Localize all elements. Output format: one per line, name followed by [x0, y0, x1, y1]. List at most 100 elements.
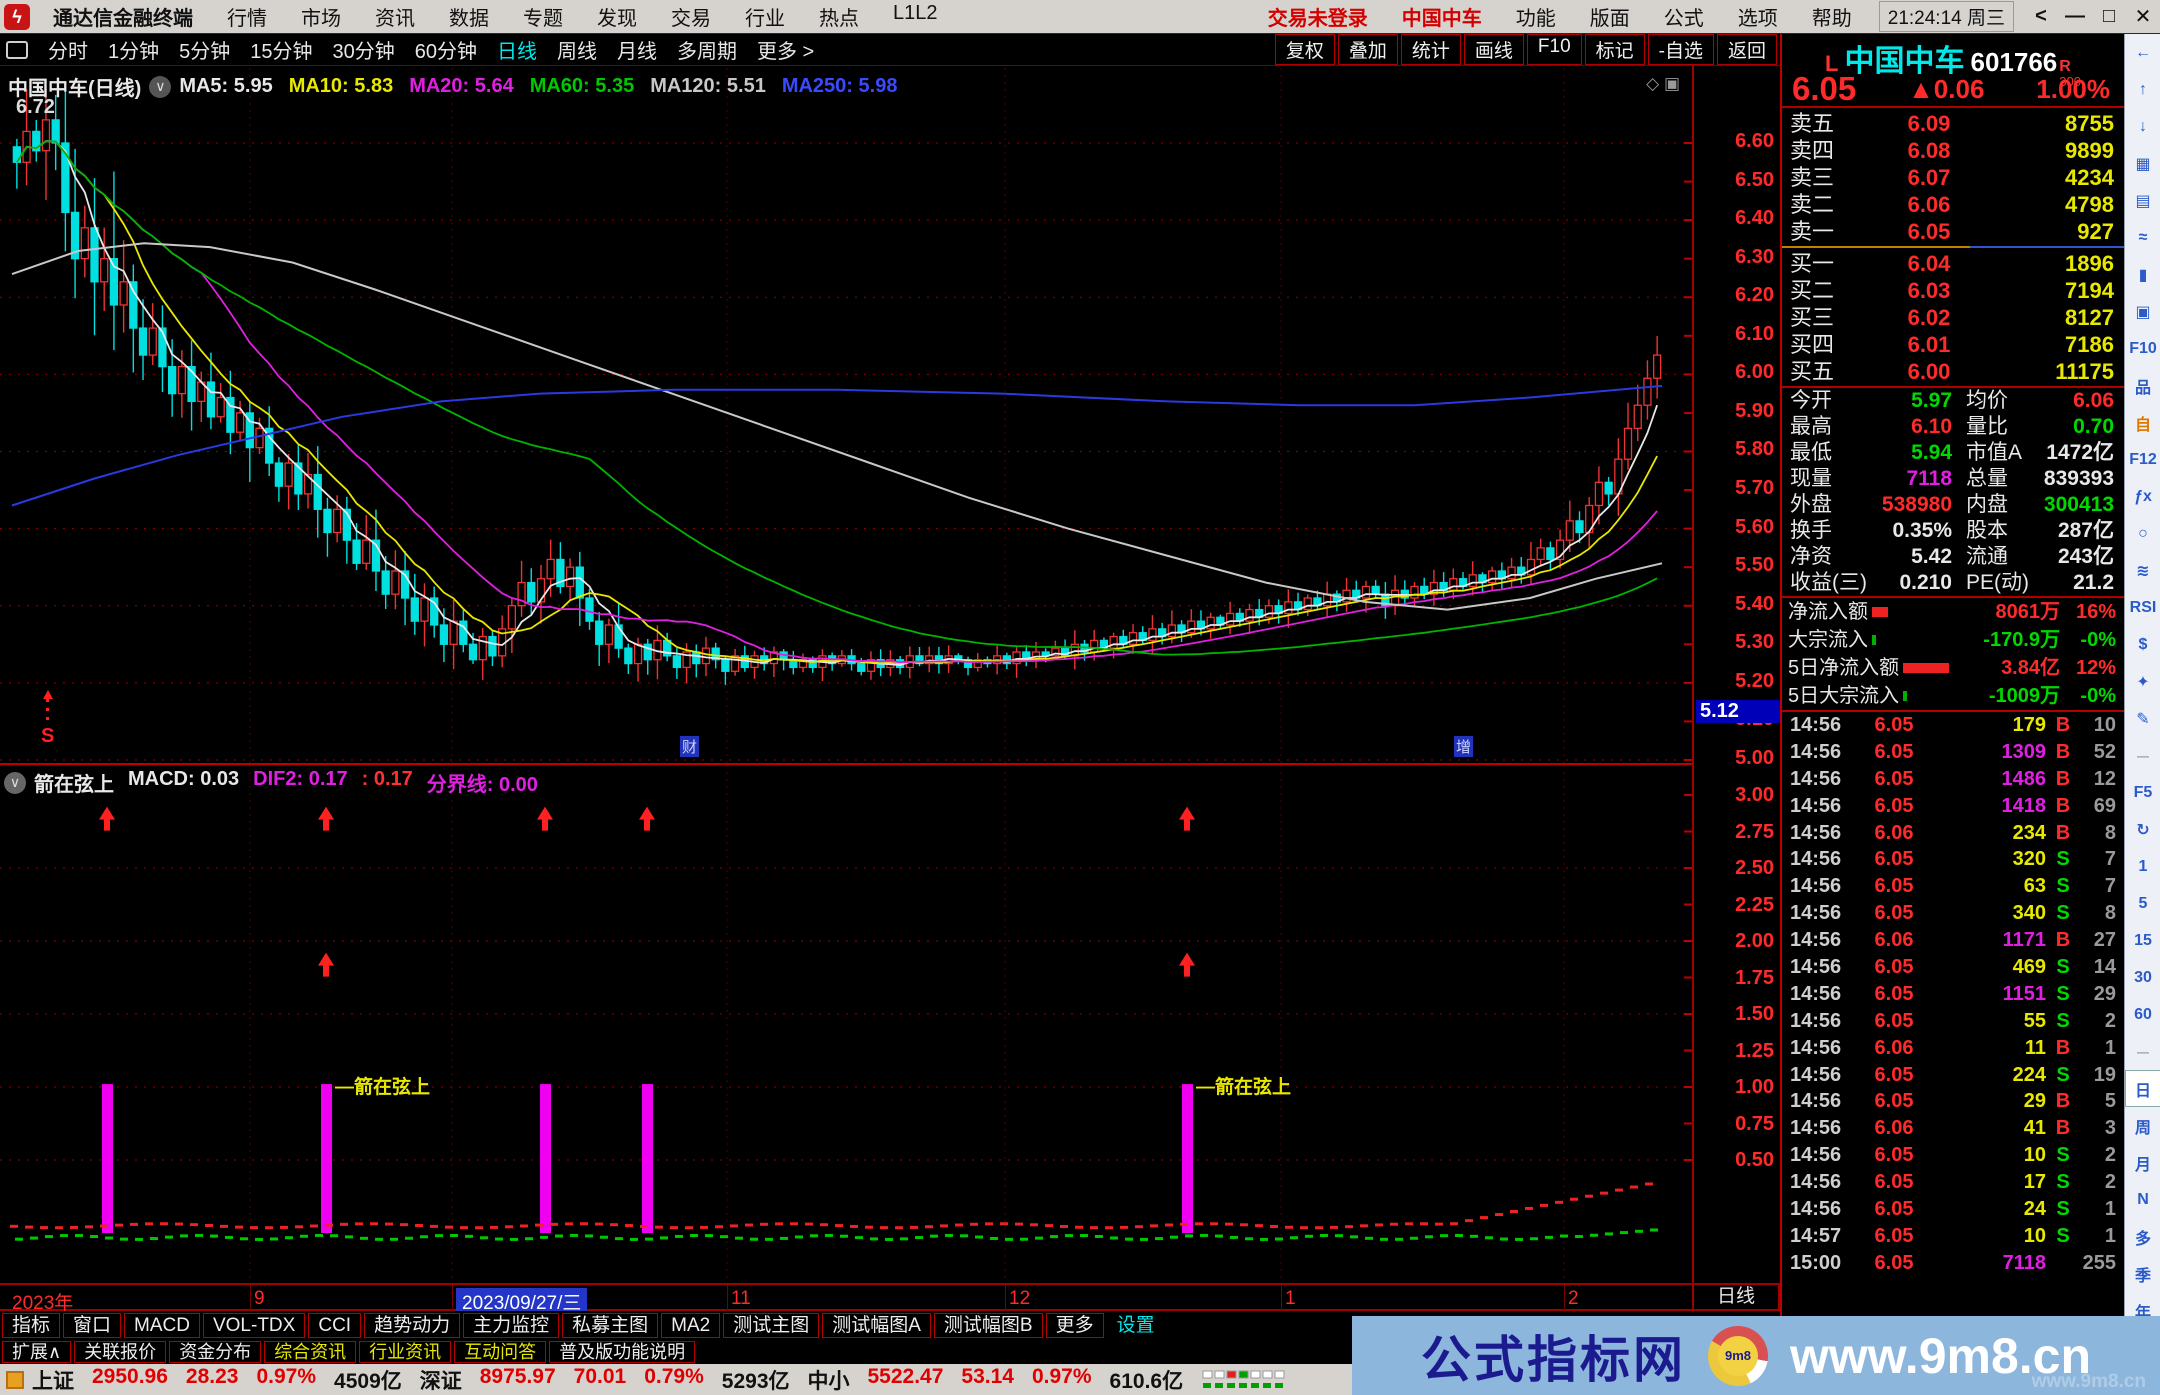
- button--自选[interactable]: -自选: [1647, 34, 1714, 65]
- board-icon[interactable]: ▦: [2125, 145, 2160, 182]
- refresh-icon[interactable]: ↻: [2125, 811, 2160, 848]
- indicator-name[interactable]: 箭在弦上: [34, 768, 114, 797]
- tab-CCI[interactable]: CCI: [308, 1313, 362, 1338]
- button-F10[interactable]: F10: [1526, 34, 1582, 65]
- window-layout-icon[interactable]: [6, 40, 28, 59]
- menu-热点[interactable]: 热点: [802, 2, 876, 31]
- period-周线[interactable]: 周线: [547, 35, 607, 64]
- button-统计[interactable]: 统计: [1400, 34, 1461, 65]
- zixuan-icon[interactable]: 自: [2125, 404, 2160, 441]
- period-1[interactable]: 1: [2125, 848, 2160, 885]
- menu-专题[interactable]: 专题: [506, 2, 580, 31]
- period-5[interactable]: 5: [2125, 885, 2160, 922]
- down-icon[interactable]: ↓: [2125, 108, 2160, 145]
- menu-帮助[interactable]: 帮助: [1795, 2, 1869, 31]
- maximize-button[interactable]: □: [2092, 5, 2126, 28]
- indicator-chart[interactable]: —箭在弦上 —箭在弦上: [0, 765, 1692, 1283]
- menu-发现[interactable]: 发现: [580, 2, 654, 31]
- menu-交易[interactable]: 交易: [654, 2, 728, 31]
- menu-行情[interactable]: 行情: [210, 2, 284, 31]
- pages-icon[interactable]: ▣: [2125, 293, 2160, 330]
- up-icon[interactable]: ↑: [2125, 71, 2160, 108]
- period-日线[interactable]: 日线: [487, 35, 547, 64]
- ask-row[interactable]: 卖四 6.08 9899: [1782, 137, 2124, 164]
- tab-VOL-TDX[interactable]: VOL-TDX: [202, 1313, 306, 1338]
- tree-icon[interactable]: 品: [2125, 367, 2160, 404]
- period-1分钟[interactable]: 1分钟: [98, 35, 169, 64]
- menu-L1L2[interactable]: L1L2: [876, 2, 955, 31]
- bid-row[interactable]: 买一 6.04 1896: [1782, 250, 2124, 277]
- period-n[interactable]: N: [2125, 1181, 2160, 1218]
- ext-tab-行业资讯[interactable]: 行业资讯: [359, 1341, 452, 1363]
- period-30分钟[interactable]: 30分钟: [323, 35, 405, 64]
- f12-icon[interactable]: F12: [2125, 441, 2160, 478]
- window-back-button[interactable]: <: [2024, 5, 2058, 28]
- tab-指标[interactable]: 指标: [2, 1313, 61, 1338]
- tab-趋势动力[interactable]: 趋势动力: [364, 1313, 461, 1338]
- ext-tab-互动问答[interactable]: 互动问答: [454, 1341, 547, 1363]
- ext-tab-资金分布[interactable]: 资金分布: [169, 1341, 262, 1363]
- menu-资讯[interactable]: 资讯: [358, 2, 432, 31]
- menu-选项[interactable]: 选项: [1721, 2, 1795, 31]
- tab-测试幅图A[interactable]: 测试幅图A: [822, 1313, 931, 1338]
- button-叠加[interactable]: 叠加: [1337, 34, 1398, 65]
- period-5分钟[interactable]: 5分钟: [169, 35, 240, 64]
- bid-row[interactable]: 买二 6.03 7194: [1782, 277, 2124, 304]
- tab-主力监控[interactable]: 主力监控: [463, 1313, 560, 1338]
- bid-row[interactable]: 买三 6.02 8127: [1782, 304, 2124, 331]
- tab-MACD[interactable]: MACD: [124, 1313, 200, 1338]
- period-15分钟[interactable]: 15分钟: [240, 35, 322, 64]
- tab-更多[interactable]: 更多: [1045, 1313, 1104, 1338]
- bid-row[interactable]: 买五 6.00 11175: [1782, 358, 2124, 385]
- period-day[interactable]: 日: [2125, 1070, 2160, 1107]
- tab-测试主图[interactable]: 测试主图: [723, 1313, 820, 1338]
- alert-中国中车[interactable]: 中国中车: [1385, 2, 1499, 31]
- button-返回[interactable]: 返回: [1716, 34, 1777, 65]
- circle-icon[interactable]: ○: [2125, 515, 2160, 552]
- f5-icon[interactable]: F5: [2125, 774, 2160, 811]
- period-month[interactable]: 月: [2125, 1144, 2160, 1181]
- ask-row[interactable]: 卖三 6.07 4234: [1782, 164, 2124, 191]
- menu-市场[interactable]: 市场: [284, 2, 358, 31]
- tab-设置[interactable]: 设置: [1107, 1313, 1165, 1338]
- ext-tab-综合资讯[interactable]: 综合资讯: [264, 1341, 357, 1363]
- menu-公式[interactable]: 公式: [1647, 2, 1721, 31]
- tick-list[interactable]: 14:56 6.05 179 B 10 14:56 6.05 1309 B 52 14:56 6.05…: [1782, 710, 2124, 1277]
- period-60[interactable]: 60: [2125, 996, 2160, 1033]
- trend-icon[interactable]: ≈: [2125, 219, 2160, 256]
- move-icon[interactable]: ✦: [2125, 663, 2160, 700]
- period-分时[interactable]: 分时: [38, 35, 98, 64]
- period-multi[interactable]: 多: [2125, 1218, 2160, 1255]
- rsi-icon[interactable]: RSI: [2125, 589, 2160, 626]
- ask-row[interactable]: 卖二 6.06 4798: [1782, 191, 2124, 218]
- menu-数据[interactable]: 数据: [432, 2, 506, 31]
- tab-私募主图[interactable]: 私募主图: [562, 1313, 659, 1338]
- period-60分钟[interactable]: 60分钟: [405, 35, 487, 64]
- menu-功能[interactable]: 功能: [1499, 2, 1573, 31]
- close-button[interactable]: ✕: [2126, 4, 2160, 29]
- bid-row[interactable]: 买四 6.01 7186: [1782, 331, 2124, 358]
- chevron-down-icon[interactable]: ∨: [149, 75, 172, 98]
- ask-row[interactable]: 卖一 6.05 927: [1782, 218, 2124, 245]
- pencil-icon[interactable]: ✎: [2125, 700, 2160, 737]
- period-15[interactable]: 15: [2125, 922, 2160, 959]
- tab-MA2[interactable]: MA2: [661, 1313, 721, 1338]
- tab-窗口[interactable]: 窗口: [63, 1313, 122, 1338]
- period-月线[interactable]: 月线: [607, 35, 667, 64]
- ext-tab-关联报价[interactable]: 关联报价: [74, 1341, 167, 1363]
- kline-icon[interactable]: ▮: [2125, 256, 2160, 293]
- menu-版面[interactable]: 版面: [1573, 2, 1647, 31]
- period-quarter[interactable]: 季: [2125, 1255, 2160, 1292]
- chart-corner-icons[interactable]: ◇ ▣: [1646, 74, 1680, 94]
- main-candle-chart[interactable]: S财增: [0, 68, 1692, 763]
- button-复权[interactable]: 复权: [1274, 34, 1335, 65]
- ask-row[interactable]: 卖五 6.09 8755: [1782, 110, 2124, 137]
- minimize-button[interactable]: —: [2058, 5, 2092, 28]
- alert-交易未登录[interactable]: 交易未登录: [1251, 2, 1385, 31]
- button-画线[interactable]: 画线: [1463, 34, 1524, 65]
- formula-icon[interactable]: ƒx: [2125, 478, 2160, 515]
- tab-测试幅图B[interactable]: 测试幅图B: [933, 1313, 1043, 1338]
- period-更多 >[interactable]: 更多 >: [747, 35, 824, 64]
- period-week[interactable]: 周: [2125, 1107, 2160, 1144]
- status-icon[interactable]: [6, 1370, 24, 1389]
